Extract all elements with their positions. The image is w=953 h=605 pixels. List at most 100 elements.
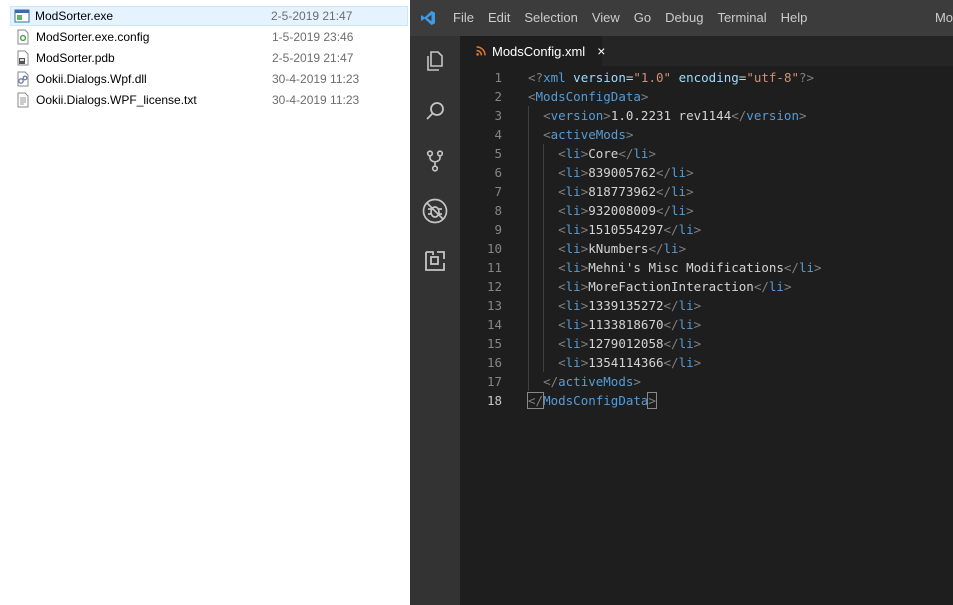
menu-selection[interactable]: Selection (517, 0, 584, 36)
explorer-icon[interactable] (410, 36, 460, 86)
line-number: 15 (486, 336, 502, 351)
code-line[interactable]: 10 <li>kNumbers</li> (460, 239, 953, 258)
file-row[interactable]: Ookii.Dialogs.Wpf.dll 30-4-2019 11:23 (12, 69, 410, 89)
line-number: 2 (494, 89, 502, 104)
tab-close-icon[interactable]: × (597, 43, 605, 59)
code-line[interactable]: 2 <ModsConfigData> (460, 87, 953, 106)
code-text: <li>818773962</li> (528, 182, 694, 201)
code-token: < (558, 317, 566, 332)
code-line[interactable]: 18 </ModsConfigData> (460, 391, 953, 410)
code-token: 932008009 (588, 203, 656, 218)
code-line[interactable]: 16 <li>1354114366</li> (460, 353, 953, 372)
tab-modsconfig-xml[interactable]: ModsConfig.xml × (460, 36, 605, 66)
code-token: li (678, 222, 694, 237)
code-line[interactable]: 4 <activeMods> (460, 125, 953, 144)
line-number: 13 (486, 298, 502, 313)
file-date: 30-4-2019 11:23 (272, 93, 360, 107)
file-row[interactable]: Ookii.Dialogs.WPF_license.txt 30-4-2019 1… (12, 90, 410, 110)
code-token: MoreFactionInteraction (588, 279, 754, 294)
code-text: <li>Core</li> (528, 144, 656, 163)
code-line[interactable]: 12 <li>MoreFactionInteraction</li> (460, 277, 953, 296)
code-line[interactable]: 8 <li>932008009</li> (460, 201, 953, 220)
code-token: li (565, 279, 581, 294)
line-number: 9 (494, 222, 502, 237)
line-number: 11 (486, 260, 502, 275)
file-date: 2-5-2019 21:47 (272, 51, 354, 65)
code-token: < (558, 165, 566, 180)
code-line[interactable]: 3 <version>1.0.2231 rev1144</version> (460, 106, 953, 125)
code-line[interactable]: 17 </activeMods> (460, 372, 953, 391)
code-token: <? (528, 70, 544, 85)
menu-file[interactable]: File (446, 0, 481, 36)
file-row[interactable]: ModSorter.exe 2-5-2019 21:47 (10, 6, 408, 26)
code-token: li (798, 260, 815, 275)
code-line[interactable]: 6 <li>839005762</li> (460, 163, 953, 182)
file-row[interactable]: ModSorter.exe.config 1-5-2019 23:46 (12, 27, 410, 47)
code-token: version (573, 70, 626, 85)
code-text: <li>1133818670</li> (528, 315, 701, 334)
code-line[interactable]: 1 <?xml version="1.0" encoding="utf-8"?> (460, 68, 953, 87)
code-line[interactable]: 5 <li>Core</li> (460, 144, 953, 163)
code-token: < (558, 336, 566, 351)
code-token: > (686, 203, 694, 218)
indent-guide (543, 144, 545, 372)
code-token: li (663, 241, 679, 256)
code-token: li (633, 146, 649, 161)
menu-debug[interactable]: Debug (658, 0, 710, 36)
code-editor[interactable]: 1 <?xml version="1.0" encoding="utf-8"?> 2… (460, 66, 953, 605)
code-token: > (693, 336, 702, 351)
code-token: li (565, 184, 581, 199)
tab-label: ModsConfig.xml (492, 43, 586, 59)
menu-bar: File Edit Selection View Go Debug Terminal Help (446, 0, 814, 36)
menu-view[interactable]: View (585, 0, 627, 36)
code-text: <li>932008009</li> (528, 201, 694, 220)
menu-terminal[interactable]: Terminal (710, 0, 773, 36)
code-line[interactable]: 15 <li>1279012058</li> (460, 334, 953, 353)
code-token: li (768, 279, 784, 294)
code-line[interactable]: 9 <li>1510554297</li> (460, 220, 953, 239)
code-token: 1339135272 (588, 298, 664, 313)
code-line[interactable]: 14 <li>1133818670</li> (460, 315, 953, 334)
code-token: </ (663, 355, 679, 370)
code-token: </ (526, 392, 545, 409)
pdb-file-icon (15, 50, 31, 66)
vscode-window: File Edit Selection View Go Debug Terminal Help… (410, 0, 953, 605)
file-row[interactable]: ModSorter.pdb 2-5-2019 21:47 (12, 48, 410, 68)
code-token: activeMods (558, 374, 634, 389)
code-token: < (528, 89, 536, 104)
window-title: Mo (934, 10, 953, 25)
menu-edit[interactable]: Edit (481, 0, 517, 36)
code-token: </ (753, 279, 769, 294)
extensions-icon[interactable] (410, 236, 460, 286)
code-token: </ (731, 108, 747, 123)
code-token: li (565, 336, 581, 351)
code-text: </activeMods> (528, 372, 641, 391)
code-token: </ (663, 336, 679, 351)
debug-icon[interactable] (410, 186, 460, 236)
code-token: > (625, 127, 634, 142)
code-token: > (814, 260, 822, 275)
code-line[interactable]: 13 <li>1339135272</li> (460, 296, 953, 315)
code-text: <?xml version="1.0" encoding="utf-8"?> (528, 68, 814, 87)
line-number: 18 (486, 393, 502, 408)
code-text: <li>1354114366</li> (528, 353, 701, 372)
code-token: li (565, 203, 581, 218)
code-line[interactable]: 11 <li>Mehni's Misc Modifications</li> (460, 258, 953, 277)
search-icon[interactable] (410, 86, 460, 136)
source-control-icon[interactable] (410, 136, 460, 186)
code-token: "utf-8" (746, 70, 799, 85)
code-token: > (783, 279, 792, 294)
vscode-logo-icon (410, 0, 446, 36)
code-text: <activeMods> (528, 125, 633, 144)
code-token: ?> (799, 70, 815, 85)
code-token: > (603, 108, 611, 123)
code-token: </ (663, 317, 679, 332)
code-token: version (746, 108, 799, 123)
code-token: </ (543, 374, 559, 389)
code-token: </ (663, 222, 679, 237)
menu-help[interactable]: Help (774, 0, 815, 36)
menu-go[interactable]: Go (627, 0, 658, 36)
config-file-icon (15, 29, 31, 45)
code-line[interactable]: 7 <li>818773962</li> (460, 182, 953, 201)
